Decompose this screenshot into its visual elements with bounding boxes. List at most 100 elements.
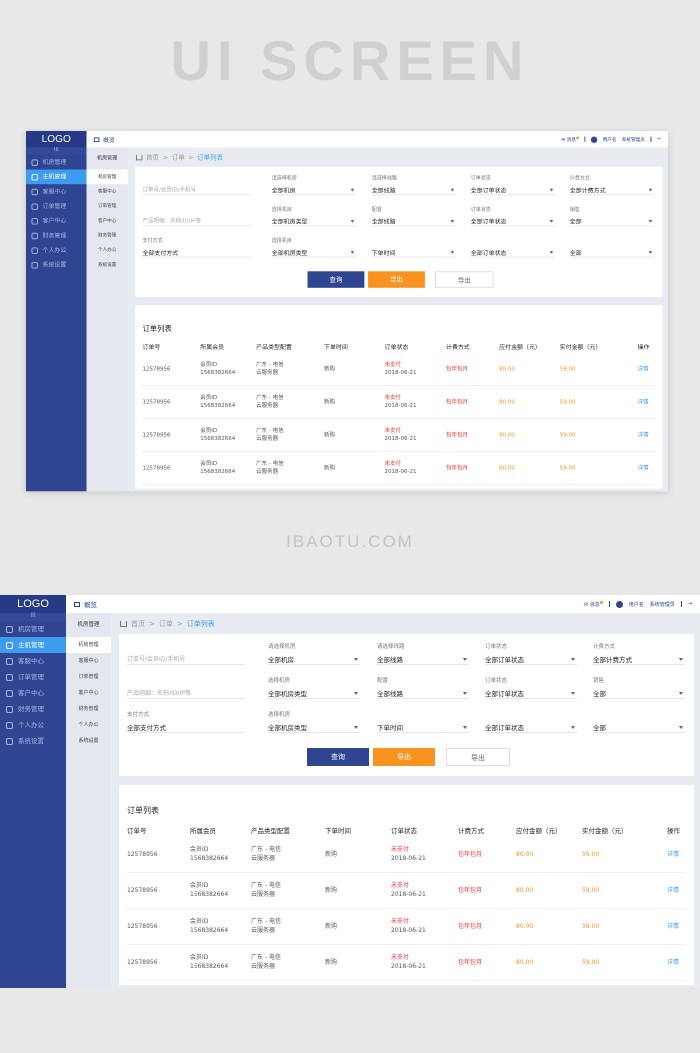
avatar[interactable] — [615, 600, 623, 608]
filter-select[interactable]: 全部机房类型 — [271, 216, 357, 227]
filter-field[interactable]: 销售 全部 — [593, 676, 685, 702]
sidebar-item[interactable]: 客服中心 — [26, 184, 87, 199]
sub-nav-item[interactable]: 客服中心 — [87, 184, 128, 199]
home-icon[interactable] — [136, 154, 143, 161]
filter-select[interactable]: 全部订单状态 — [485, 654, 577, 665]
menu-toggle-icon[interactable]: III — [0, 613, 66, 621]
breadcrumb-home[interactable]: 首页 — [146, 153, 159, 162]
filter-select[interactable]: 全部订单状态 — [485, 722, 577, 733]
filter-select[interactable]: 全部 — [569, 216, 655, 227]
sidebar-item[interactable]: 客服中心 — [0, 653, 66, 669]
export-secondary-button[interactable]: 导出 — [446, 748, 510, 766]
breadcrumb-orders[interactable]: 订单 — [159, 619, 173, 629]
filter-field[interactable]: 全部订单状态 — [485, 710, 577, 736]
filter-field[interactable]: 配置 全部线路 — [371, 205, 457, 229]
filter-field[interactable]: 订单号/会员ID/手机号 — [127, 642, 245, 668]
filter-field[interactable]: 下单时间 — [377, 710, 469, 736]
username[interactable]: 用户名 — [629, 601, 644, 608]
sub-nav-item[interactable]: 订单管理 — [66, 669, 111, 685]
filter-field[interactable]: 选择机房 全部机房类型 — [268, 710, 360, 736]
query-button[interactable]: 查询 — [307, 748, 369, 766]
filter-field[interactable]: 支付方式 全部支付方式 — [142, 236, 251, 260]
sidebar-item[interactable]: 订单管理 — [0, 669, 66, 685]
filter-field[interactable]: 销售 全部 — [569, 205, 655, 229]
sidebar-item[interactable]: 系统设置 — [0, 733, 66, 749]
filter-select[interactable]: 全部线路 — [377, 688, 469, 699]
filter-field[interactable]: 请选择线路 全部线路 — [371, 174, 457, 198]
filter-select[interactable]: 下单时间 — [377, 722, 469, 733]
sidebar-item[interactable]: 机房管理 — [0, 621, 66, 637]
filter-field[interactable]: 全部 — [593, 710, 685, 736]
export-button[interactable]: 导出 — [368, 271, 425, 288]
filter-select[interactable]: 全部机房 — [271, 185, 357, 196]
sub-nav-item[interactable]: 系统设置 — [87, 258, 128, 273]
sidebar-item[interactable]: 主机管理 — [0, 637, 66, 653]
detail-link[interactable]: 详情 — [667, 958, 679, 968]
filter-field[interactable]: 计费方式 全部计费方式 — [569, 174, 655, 198]
sidebar-item[interactable]: 个人办公 — [0, 717, 66, 733]
filter-input[interactable]: 订单号/会员ID/手机号 — [127, 654, 245, 665]
sub-nav-item[interactable]: 客户中心 — [87, 214, 128, 229]
filter-field[interactable]: 请选择机房 全部机房 — [271, 174, 357, 198]
filter-select[interactable]: 全部 — [593, 722, 685, 733]
sub-nav-item[interactable]: 机房管理 — [66, 637, 111, 653]
sidebar-item[interactable]: 个人办公 — [26, 243, 87, 258]
filter-field[interactable]: 订单状态 全部订单状态 — [485, 676, 577, 702]
filter-field[interactable]: 选择机房 全部机房类型 — [271, 205, 357, 229]
sub-nav-item[interactable]: 财务管理 — [87, 228, 128, 243]
filter-field[interactable]: 产品明细：名称/ID/IP等 — [127, 676, 245, 702]
filter-input[interactable]: 产品明细：名称/ID/IP等 — [142, 216, 251, 227]
detail-link[interactable]: 详情 — [638, 365, 649, 374]
filter-select[interactable]: 全部订单状态 — [470, 247, 556, 258]
filter-select[interactable]: 全部机房 — [268, 654, 360, 665]
filter-field[interactable]: 产品明细：名称/ID/IP等 — [142, 205, 251, 229]
filter-field[interactable]: 全部 — [569, 236, 655, 260]
filter-field[interactable]: 选择机房 全部机房类型 — [268, 676, 360, 702]
filter-select[interactable]: 全部订单状态 — [470, 216, 556, 227]
sub-nav-item[interactable]: 机房管理 — [86, 169, 128, 185]
filter-input[interactable]: 全部支付方式 — [142, 247, 251, 258]
menu-toggle-icon[interactable]: III — [26, 147, 87, 155]
filter-select[interactable]: 全部线路 — [377, 654, 469, 665]
filter-input[interactable]: 产品明细：名称/ID/IP等 — [127, 688, 245, 699]
sidebar-item[interactable]: 客户中心 — [26, 214, 87, 229]
overview-link[interactable]: 概览 — [93, 135, 115, 144]
sub-nav-item[interactable]: 财务管理 — [66, 701, 111, 717]
sub-nav-item[interactable]: 订单管理 — [87, 199, 128, 214]
detail-link[interactable]: 详情 — [638, 398, 649, 407]
sidebar-item[interactable]: 机房管理 — [26, 155, 87, 170]
filter-select[interactable]: 全部计费方式 — [569, 185, 655, 196]
filter-field[interactable]: 选择机房 全部机房类型 — [271, 236, 357, 260]
sidebar-item[interactable]: 客户中心 — [0, 685, 66, 701]
filter-select[interactable]: 全部订单状态 — [470, 185, 556, 196]
query-button[interactable]: 查询 — [307, 271, 365, 288]
logout-icon[interactable]: ⇥ — [688, 601, 692, 607]
sub-nav-item[interactable]: 客服中心 — [66, 653, 111, 669]
logout-icon[interactable]: ⇥ — [657, 137, 661, 143]
messages-link[interactable]: ✉ 消息 — [561, 136, 579, 142]
sidebar-item[interactable]: 订单管理 — [26, 199, 87, 214]
sidebar-item[interactable]: 财务管理 — [0, 701, 66, 717]
detail-link[interactable]: 详情 — [667, 922, 679, 932]
filter-select[interactable]: 全部线路 — [371, 185, 457, 196]
overview-link[interactable]: 概览 — [74, 599, 97, 609]
filter-select[interactable]: 全部 — [569, 247, 655, 258]
filter-input[interactable]: 全部支付方式 — [127, 722, 245, 733]
breadcrumb-orders[interactable]: 订单 — [172, 153, 185, 162]
filter-select[interactable]: 全部 — [593, 688, 685, 699]
filter-select[interactable]: 全部订单状态 — [485, 688, 577, 699]
filter-field[interactable]: 请选择线路 全部线路 — [377, 642, 469, 668]
avatar[interactable] — [590, 136, 598, 143]
filter-field[interactable]: 订单号/会员ID/手机号 — [142, 174, 251, 198]
sidebar-item[interactable]: 主机管理 — [26, 169, 87, 185]
sub-nav-item[interactable]: 系统设置 — [66, 733, 111, 749]
sub-nav-item[interactable]: 个人办公 — [87, 243, 128, 258]
filter-field[interactable]: 订单状态 全部订单状态 — [470, 205, 556, 229]
sidebar-item[interactable]: 财务管理 — [26, 228, 87, 243]
filter-input[interactable]: 订单号/会员ID/手机号 — [142, 185, 251, 196]
filter-select[interactable]: 全部机房类型 — [268, 688, 360, 699]
filter-select[interactable]: 全部机房类型 — [268, 722, 360, 733]
export-button[interactable]: 导出 — [373, 748, 435, 766]
filter-field[interactable]: 全部订单状态 — [470, 236, 556, 260]
username[interactable]: 用户名 — [603, 136, 617, 143]
